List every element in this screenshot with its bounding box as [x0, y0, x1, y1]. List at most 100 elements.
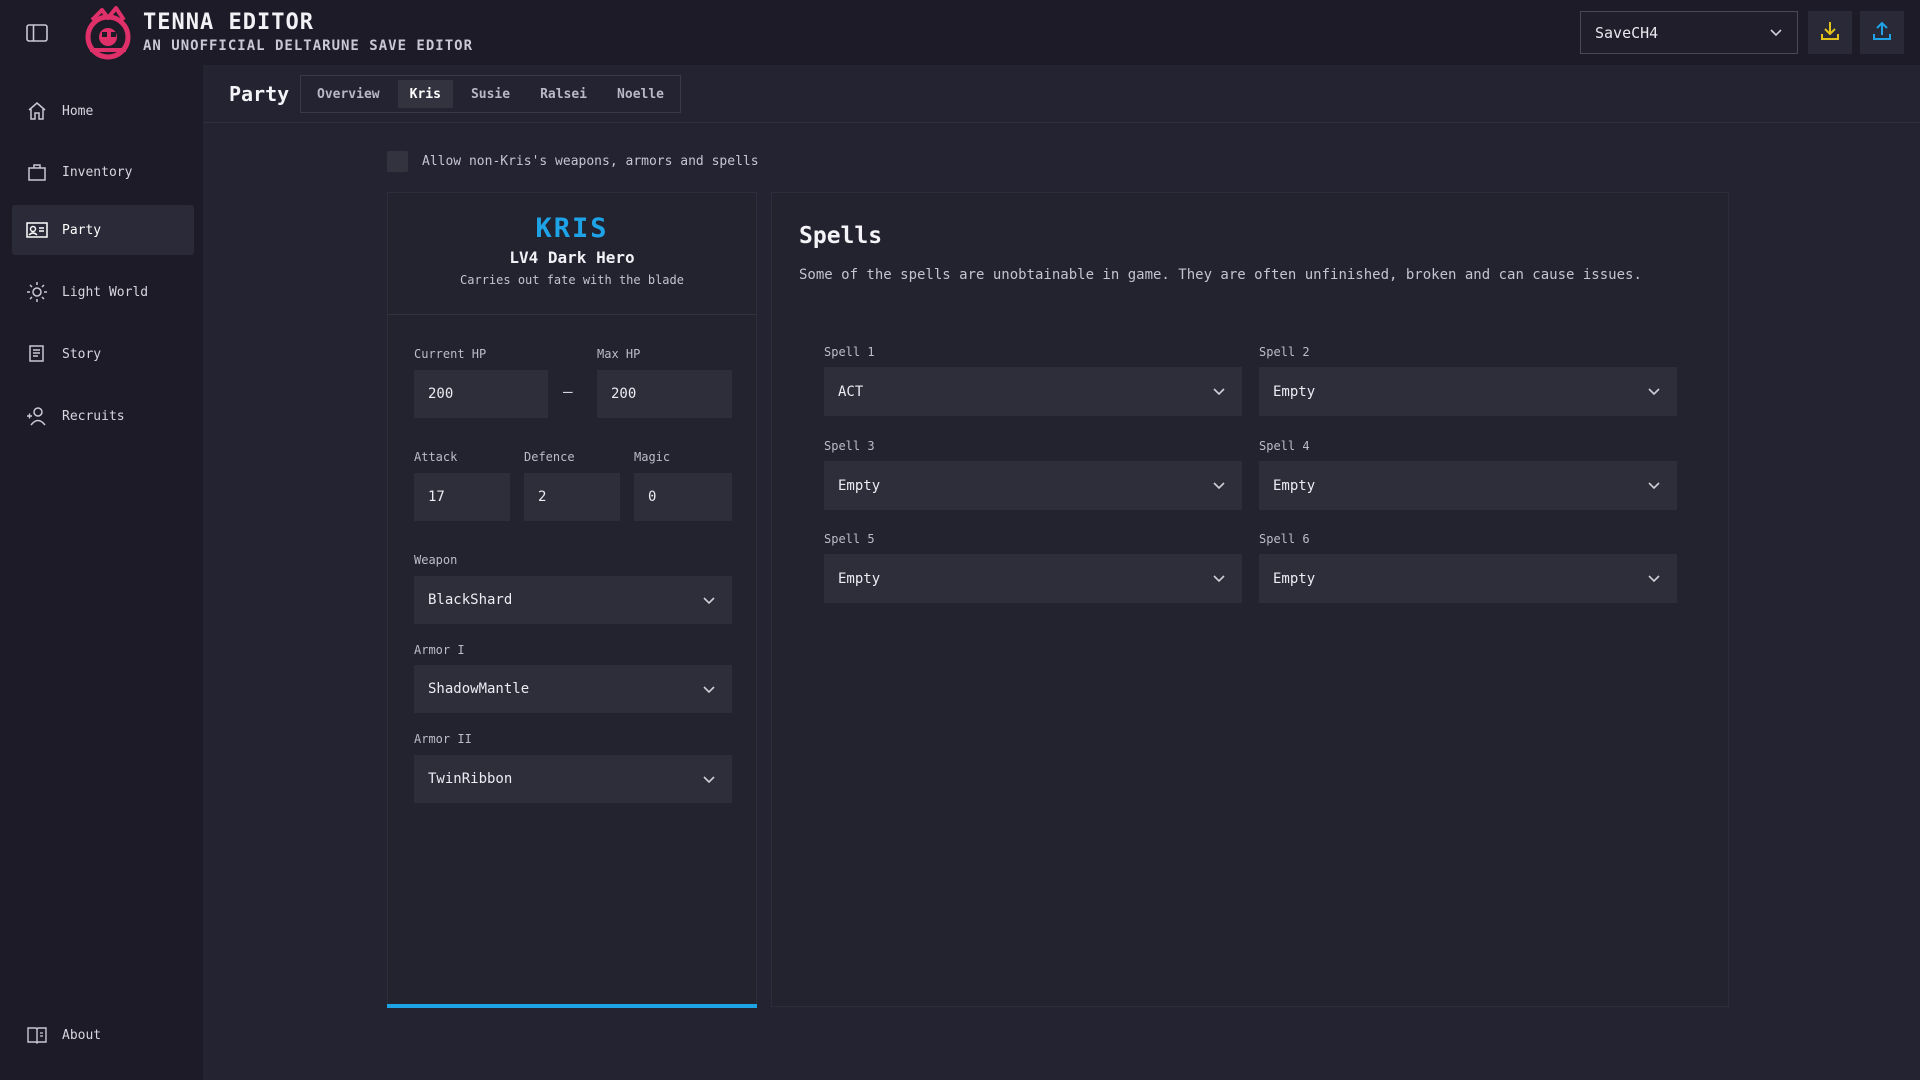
spell-3-label: Spell 3 [824, 439, 875, 453]
sidebar-item-story[interactable]: Story [12, 329, 194, 379]
sidebar-item-label: About [62, 1027, 102, 1043]
spell-2-value: Empty [1273, 383, 1316, 400]
magic-label: Magic [634, 450, 671, 464]
spell-2-select[interactable]: Empty [1259, 367, 1677, 416]
character-accent-bar [387, 1004, 757, 1008]
character-card: KRIS LV4 Dark Hero Carries out fate with… [387, 192, 757, 1008]
allow-non-kris-label: Allow non-Kris's weapons, armors and spe… [422, 154, 759, 169]
spell-3-select[interactable]: Empty [824, 461, 1242, 510]
spell-6-label: Spell 6 [1259, 532, 1310, 546]
defence-label: Defence [524, 450, 575, 464]
tab-noelle[interactable]: Noelle [605, 80, 676, 108]
chevron-down-icon [1647, 478, 1661, 496]
sidebar-item-about[interactable]: About [12, 1010, 194, 1060]
sidebar-item-label: Inventory [62, 164, 133, 180]
sidebar-item-label: Recruits [62, 408, 125, 424]
chevron-down-icon [1212, 384, 1226, 402]
download-save-button[interactable] [1808, 11, 1852, 54]
spell-1-value: ACT [838, 383, 864, 400]
sidebar-item-light-world[interactable]: Light World [12, 267, 194, 317]
chevron-down-icon [702, 772, 716, 790]
spell-4-select[interactable]: Empty [1259, 461, 1677, 510]
spell-5-select[interactable]: Empty [824, 554, 1242, 603]
current-hp-input[interactable]: 200 [414, 370, 548, 418]
page-header: Party Overview Kris Susie Ralsei Noelle [203, 65, 1920, 123]
allow-non-kris-checkbox[interactable] [387, 151, 408, 172]
id-card-icon [26, 219, 48, 241]
spell-6-value: Empty [1273, 570, 1316, 587]
upload-save-button[interactable] [1860, 11, 1904, 54]
armor2-label: Armor II [414, 732, 472, 746]
character-name: KRIS [535, 213, 609, 244]
sidebar-item-label: Party [62, 222, 102, 238]
attack-input[interactable]: 17 [414, 473, 510, 521]
sidebar-item-party[interactable]: Party [12, 205, 194, 255]
spell-2-label: Spell 2 [1259, 345, 1310, 359]
character-header: KRIS LV4 Dark Hero Carries out fate with… [388, 193, 756, 315]
notes-icon [26, 343, 48, 365]
tab-susie[interactable]: Susie [459, 80, 522, 108]
sidebar-item-recruits[interactable]: Recruits [12, 391, 194, 441]
sidebar-item-label: Light World [62, 284, 149, 300]
sidebar-item-label: Home [62, 103, 94, 119]
user-add-icon [26, 405, 48, 427]
spell-4-label: Spell 4 [1259, 439, 1310, 453]
app-logo-icon [80, 4, 136, 60]
sidebar-item-label: Story [62, 346, 102, 362]
party-tabs: Overview Kris Susie Ralsei Noelle [300, 75, 682, 113]
current-hp-label: Current HP [414, 347, 487, 361]
character-title: LV4 Dark Hero [509, 248, 635, 267]
weapon-select[interactable]: BlackShard [414, 576, 732, 624]
chevron-down-icon [1212, 571, 1226, 589]
spell-6-select[interactable]: Empty [1259, 554, 1677, 603]
spell-4-value: Empty [1273, 477, 1316, 494]
spells-note: Some of the spells are unobtainable in g… [799, 267, 1642, 283]
attack-label: Attack [414, 450, 458, 464]
sidebar-toggle-icon[interactable] [24, 20, 50, 46]
spell-1-select[interactable]: ACT [824, 367, 1242, 416]
app-title: TENNA EDITOR [143, 10, 314, 35]
defence-input[interactable]: 2 [524, 473, 620, 521]
spells-title: Spells [799, 223, 883, 249]
top-bar: TENNA EDITOR AN UNOFFICIAL DELTARUNE SAV… [0, 0, 1920, 65]
chevron-down-icon [702, 682, 716, 700]
chevron-down-icon [1647, 571, 1661, 589]
spell-5-value: Empty [838, 570, 881, 587]
armor1-select[interactable]: ShadowMantle [414, 665, 732, 713]
spell-3-value: Empty [838, 477, 881, 494]
tab-kris[interactable]: Kris [397, 80, 453, 108]
weapon-label: Weapon [414, 553, 458, 567]
armor2-value: TwinRibbon [428, 771, 513, 787]
upload-icon [1871, 20, 1893, 46]
max-hp-input[interactable]: 200 [597, 370, 732, 418]
download-icon [1819, 20, 1841, 46]
tab-ralsei[interactable]: Ralsei [528, 80, 599, 108]
sidebar-item-inventory[interactable]: Inventory [12, 147, 194, 197]
character-description: Carries out fate with the blade [460, 273, 684, 287]
hp-separator: — [563, 382, 573, 401]
sidebar: Home Inventory Party Light World Story R… [0, 65, 203, 1080]
armor1-value: ShadowMantle [428, 681, 530, 697]
tab-overview[interactable]: Overview [305, 80, 392, 108]
chevron-down-icon [1647, 384, 1661, 402]
home-icon [26, 100, 48, 122]
page-title: Party [229, 82, 290, 106]
chevron-down-icon [1769, 25, 1783, 43]
chevron-down-icon [702, 593, 716, 611]
armor2-select[interactable]: TwinRibbon [414, 755, 732, 803]
save-file-select[interactable]: SaveCH4 [1580, 11, 1798, 54]
app-subtitle: AN UNOFFICIAL DELTARUNE SAVE EDITOR [143, 38, 474, 54]
save-file-value: SaveCH4 [1595, 23, 1659, 42]
spell-5-label: Spell 5 [824, 532, 875, 546]
briefcase-icon [26, 161, 48, 183]
max-hp-label: Max HP [597, 347, 641, 361]
magic-input[interactable]: 0 [634, 473, 732, 521]
sidebar-item-home[interactable]: Home [12, 86, 194, 136]
weapon-value: BlackShard [428, 592, 513, 608]
book-icon [26, 1024, 48, 1046]
allow-non-kris-row[interactable]: Allow non-Kris's weapons, armors and spe… [387, 151, 759, 172]
chevron-down-icon [1212, 478, 1226, 496]
sun-icon [26, 281, 48, 303]
armor1-label: Armor I [414, 643, 465, 657]
spell-1-label: Spell 1 [824, 345, 875, 359]
